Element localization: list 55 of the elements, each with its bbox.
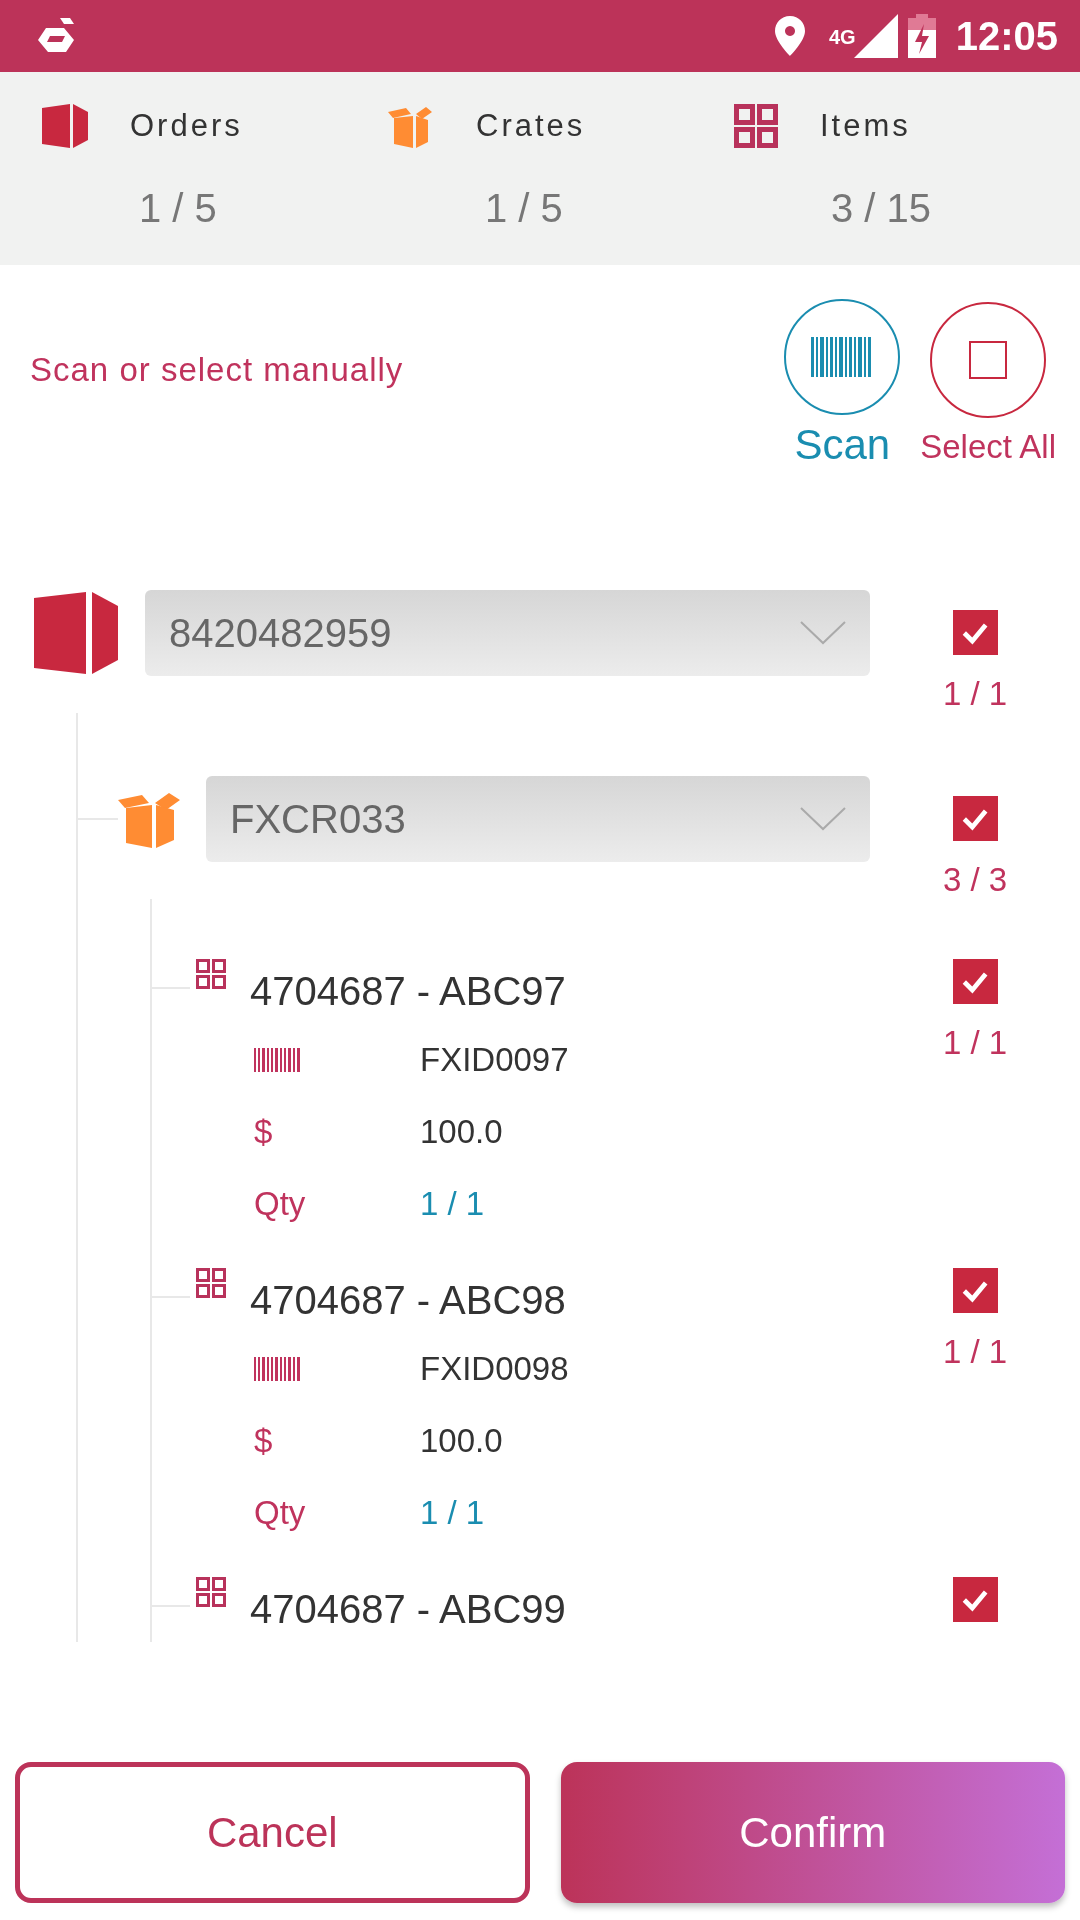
order-dropdown[interactable]: 8420482959 (145, 590, 870, 676)
checkbox[interactable] (952, 796, 998, 841)
summary-label: Items (820, 108, 911, 144)
checkbox[interactable] (952, 610, 998, 655)
scan-label: Scan (794, 421, 891, 469)
summary-count: 1 / 5 (485, 186, 564, 231)
cancel-button[interactable]: Cancel (15, 1762, 530, 1903)
summary-count: 1 / 5 (139, 186, 218, 231)
item-quantity: 1 / 1 (420, 1494, 485, 1532)
grid-icon (734, 104, 778, 148)
summary-count: 3 / 15 (831, 186, 933, 231)
quantity-label: Qty (254, 1185, 307, 1223)
grid-icon (196, 1268, 226, 1298)
open-box-icon (388, 104, 434, 148)
confirm-button[interactable]: Confirm (560, 1762, 1065, 1903)
signal-icon (853, 14, 898, 58)
item-title: 4704687 - ABC99 (250, 1587, 566, 1632)
network-type: 4G (829, 25, 856, 49)
item-price: 100.0 (420, 1422, 503, 1460)
crate-dropdown[interactable]: FXCR033 (206, 776, 870, 862)
progress-count: 1 / 1 (942, 675, 1008, 713)
summary-label: Orders (130, 108, 243, 144)
location-icon (775, 16, 805, 56)
barcode-icon (254, 1357, 300, 1381)
item-title: 4704687 - ABC97 (250, 969, 566, 1014)
chevron-down-icon (800, 621, 846, 645)
quantity-label: Qty (254, 1494, 307, 1532)
box-icon (34, 592, 118, 674)
grid-icon (196, 959, 226, 989)
open-box-icon (118, 790, 180, 848)
item-price: 100.0 (420, 1113, 503, 1151)
instruction-text: Scan or select manually (30, 351, 404, 390)
progress-count: 3 / 3 (942, 861, 1008, 899)
checkbox[interactable] (952, 1577, 998, 1622)
progress-count: 1 / 1 (942, 1333, 1008, 1371)
grid-icon (196, 1577, 226, 1607)
item-title: 4704687 - ABC98 (250, 1278, 566, 1323)
select-all-label: Select All (920, 428, 1056, 466)
checkbox[interactable] (952, 959, 998, 1004)
price-label: $ (254, 1113, 274, 1151)
checkbox[interactable] (952, 1268, 998, 1313)
price-label: $ (254, 1422, 274, 1460)
battery-charging-icon (907, 14, 936, 58)
item-barcode: FXID0097 (420, 1041, 569, 1079)
item-quantity: 1 / 1 (420, 1185, 485, 1223)
chevron-down-icon (800, 807, 846, 831)
item-barcode: FXID0098 (420, 1350, 569, 1388)
progress-count: 1 / 1 (942, 1024, 1008, 1062)
barcode-icon (254, 1048, 300, 1072)
barcode-icon (811, 337, 874, 377)
clock-time: 12:05 (955, 13, 1058, 59)
box-icon (42, 104, 88, 148)
summary-label: Crates (476, 108, 586, 144)
checkbox[interactable] (969, 341, 1008, 379)
app-logo-icon (36, 18, 76, 54)
